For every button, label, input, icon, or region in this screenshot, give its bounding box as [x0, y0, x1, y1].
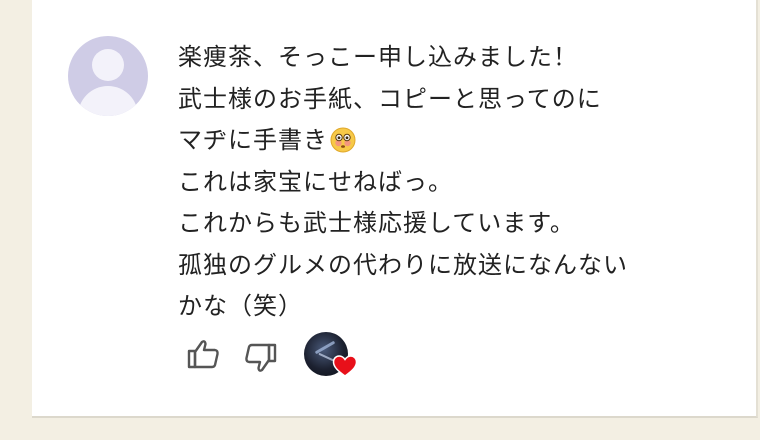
comment-line: これからも武士様応援しています。	[178, 209, 575, 237]
thumbs-up-icon	[187, 340, 219, 369]
comment-line: 孤独のグルメの代わりに放送になんない	[178, 250, 628, 279]
comment-text: 楽痩茶、そっこー申し込みました！ 武士様のお手紙、コピーと思ってのに マヂに手書…	[178, 37, 738, 328]
thumbs-down-icon	[245, 343, 277, 372]
comment-line: 武士様のお手紙、コピーと思ってのに	[178, 84, 602, 113]
avatar-head-shape	[92, 49, 124, 81]
heart-icon	[332, 355, 358, 377]
avatar-detail	[314, 340, 336, 355]
comment-line: かな（笑）	[178, 292, 303, 320]
comment-line: マヂに手書き	[178, 120, 738, 162]
comment-line: 楽痩茶、そっこー申し込みました！	[178, 43, 578, 71]
comment-line: これは家宝にせねばっ。	[178, 167, 453, 196]
dislike-button[interactable]	[242, 340, 278, 376]
like-button[interactable]	[186, 336, 222, 372]
comment-actions	[186, 332, 386, 380]
comment-line-text: マヂに手書き	[178, 126, 328, 154]
flushed-face-emoji	[330, 125, 356, 153]
user-avatar[interactable]	[68, 36, 148, 116]
comment-card: 楽痩茶、そっこー申し込みました！ 武士様のお手紙、コピーと思ってのに マヂに手書…	[32, 0, 758, 418]
creator-heart-badge	[332, 354, 358, 378]
avatar-body-shape	[78, 86, 138, 116]
